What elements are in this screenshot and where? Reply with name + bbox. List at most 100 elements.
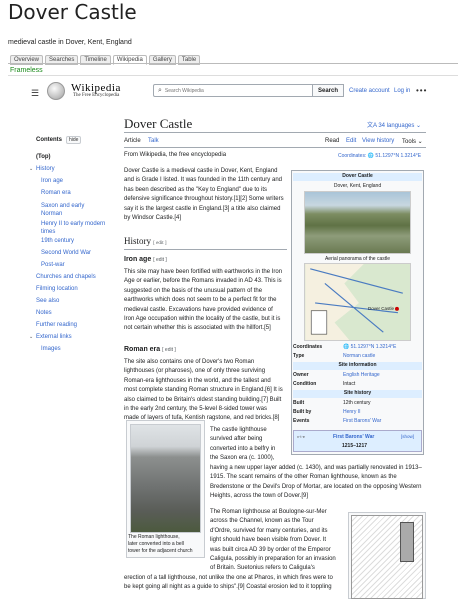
roman-line: also claimed to be Britain's oldest stan… [124,396,282,403]
toc-item-top[interactable]: (Top) [36,154,51,160]
tab-view-history[interactable]: View history [362,138,394,144]
show-toggle[interactable]: [show] [401,434,414,439]
aerial-photo[interactable] [304,191,411,254]
toc-item-post-war[interactable]: Post-war [41,262,65,268]
toc-item-henry[interactable]: Henry II to early modern times [41,220,113,236]
tagline-from: From Wikipedia, the free encyclopedia [124,152,227,158]
tab-edit[interactable]: Edit [346,138,356,144]
wikipedia-globe-logo[interactable] [47,82,65,100]
toc-item-history[interactable]: History [36,166,55,172]
intro-line: has been described as the "Key to Englan… [124,186,268,193]
intro-paragraph: Dover Castle is a medieval castle in Dov… [124,167,287,223]
infobox-value-link[interactable]: First Barons' War [343,418,381,424]
caption-line: later converted into a bell [128,541,184,547]
main-menu-icon[interactable]: ☰ [31,88,39,99]
infobox-coords-link[interactable]: 51.1297°N 1.3214°E [351,344,397,350]
toc-heading: Contents [36,137,62,143]
toc-item-ww2[interactable]: Second World War [41,250,91,256]
site-information-heading: Site information [293,362,422,370]
lighthouse-image[interactable] [130,424,201,533]
infobox-value-link[interactable]: Norman castle [343,353,375,359]
iron-age-line: medieval castle. Excavations have provid… [124,306,273,313]
edit-link[interactable]: [ edit ] [162,347,176,353]
iron-age-line: suggested on the basis of the unusual pa… [124,287,263,294]
roman-line: light should have been visible from Dove… [210,537,327,544]
intro-line: by Windsor Castle.[4] [124,215,182,222]
infobox-label: Built [293,400,305,406]
war-years: 1215–1217 [342,443,368,449]
toc-item-churches[interactable]: Churches and chapels [36,274,96,280]
roman-line: Roman-era lighthouses in the world, and … [124,377,271,384]
chevron-down-icon[interactable]: ⌄ [29,166,33,172]
toc-item-see-also[interactable]: See also [36,298,59,304]
roman-line: survived after being [210,436,263,443]
language-selector[interactable]: 文A 34 languages ⌄ [367,120,421,129]
create-account-link[interactable]: Create account [349,88,390,94]
toc-item-external-links[interactable]: External links [36,334,72,340]
chevron-down-icon[interactable]: ⌄ [29,334,33,340]
heading-rule [124,249,287,250]
photo-caption: Aerial panorama of the castle [324,256,391,262]
page-subtitle: medieval castle in Dover, Kent, England [8,39,132,46]
infobox-label: Built by [293,409,312,415]
toc-item-further-reading[interactable]: Further reading [36,322,77,328]
roman-line: be kept going all night as a guide to sh… [124,584,332,591]
caption-line: tower for the adjacent church [128,548,193,554]
war-title-link[interactable]: First Barons' War [333,434,374,440]
history-heading: History [ edit ] [124,236,167,246]
roman-era-heading: Roman era [ edit ] [124,346,176,353]
roman-line: lighthouses (or pharoses), one of only t… [124,368,266,375]
infobox-label: Type [293,353,305,359]
search-button[interactable]: Search [311,84,344,97]
toc-item-notes[interactable]: Notes [36,310,52,316]
roman-wide-paragraph: having a new upper layer added (c. 1430)… [210,464,426,502]
intro-line: Dover Castle is a medieval castle in Dov… [124,168,278,174]
navbar-icon[interactable]: v·t·e [297,434,305,439]
intro-line: say it is the largest castle in England.… [124,205,281,212]
infobox-title: Dover Castle [293,173,422,181]
wikipedia-tagline: The Free Encyclopedia [73,93,120,98]
tab-article[interactable]: Article [124,138,141,144]
roman-line: the Saxon era (c. 1000), [210,455,275,462]
tab-talk[interactable]: Talk [148,138,159,144]
tab-tools[interactable]: Tools ⌄ [402,138,423,145]
tabs-divider [124,147,426,148]
coordinates-top: Coordinates: 🌐 51.1297°N 1.3214°E [338,153,421,159]
chevron-down-icon: ⌄ [414,123,422,129]
globe-icon: 🌐 [367,153,374,159]
intro-line: defensive significance throughout histor… [124,196,284,203]
edit-link[interactable]: [ edit ] [153,257,167,263]
toc-item-images[interactable]: Images [41,346,61,352]
roman-line: The Roman lighthouse at Boulogne-sur-Mer [210,509,327,515]
roman-line: 1915. The scant remains of the other Rom… [210,474,397,481]
roman-line: erection of a tall lighthouse, not unlik… [124,575,333,581]
toc-item-iron-age[interactable]: Iron age [41,178,63,184]
toc-item-19th[interactable]: 19th century [41,238,74,244]
toc-hide-button[interactable]: hide [66,136,82,144]
coordinates-link[interactable]: 51.1297°N 1.3214°E [375,153,421,159]
tab-read[interactable]: Read [325,138,339,144]
coordinates-label[interactable]: Coordinates: [338,153,366,159]
infobox-label: Coordinates [293,344,323,350]
infobox-label: Condition [293,381,317,387]
location-map[interactable] [304,263,411,341]
roman-para2: The Roman lighthouse at Boulogne-sur-Mer… [210,508,346,574]
infobox-value-link[interactable]: Henry II [343,409,361,415]
infobox-value: Intact [343,381,356,387]
toc-item-saxon[interactable]: Saxon and early Norman [41,202,101,218]
more-options-icon[interactable]: ••• [416,86,427,95]
roman-line: Caligula, possibly in preparation for an… [210,556,336,563]
history-heading-text: History [124,236,151,246]
frameless-link[interactable]: Frameless [10,67,43,74]
lighthouse-caption: The Roman lighthouse, later converted in… [128,534,204,555]
roman-para2-wide: erection of a tall lighthouse, not unlik… [124,574,346,593]
search-box: ⌕ Search [153,84,344,97]
infobox-value-link[interactable]: English Heritage [343,372,380,378]
roman-line: in the early 2nd century, the 5-level 8-… [124,406,267,413]
toc-item-roman-era[interactable]: Roman era [41,190,71,196]
page-title: Dover Castle [8,0,137,24]
log-in-link[interactable]: Log in [394,88,410,94]
edit-link[interactable]: [ edit ] [153,241,166,246]
iron-age-line: earthworks which does not seem to be a p… [124,297,277,304]
toc-item-filming[interactable]: Filming location [36,286,78,292]
